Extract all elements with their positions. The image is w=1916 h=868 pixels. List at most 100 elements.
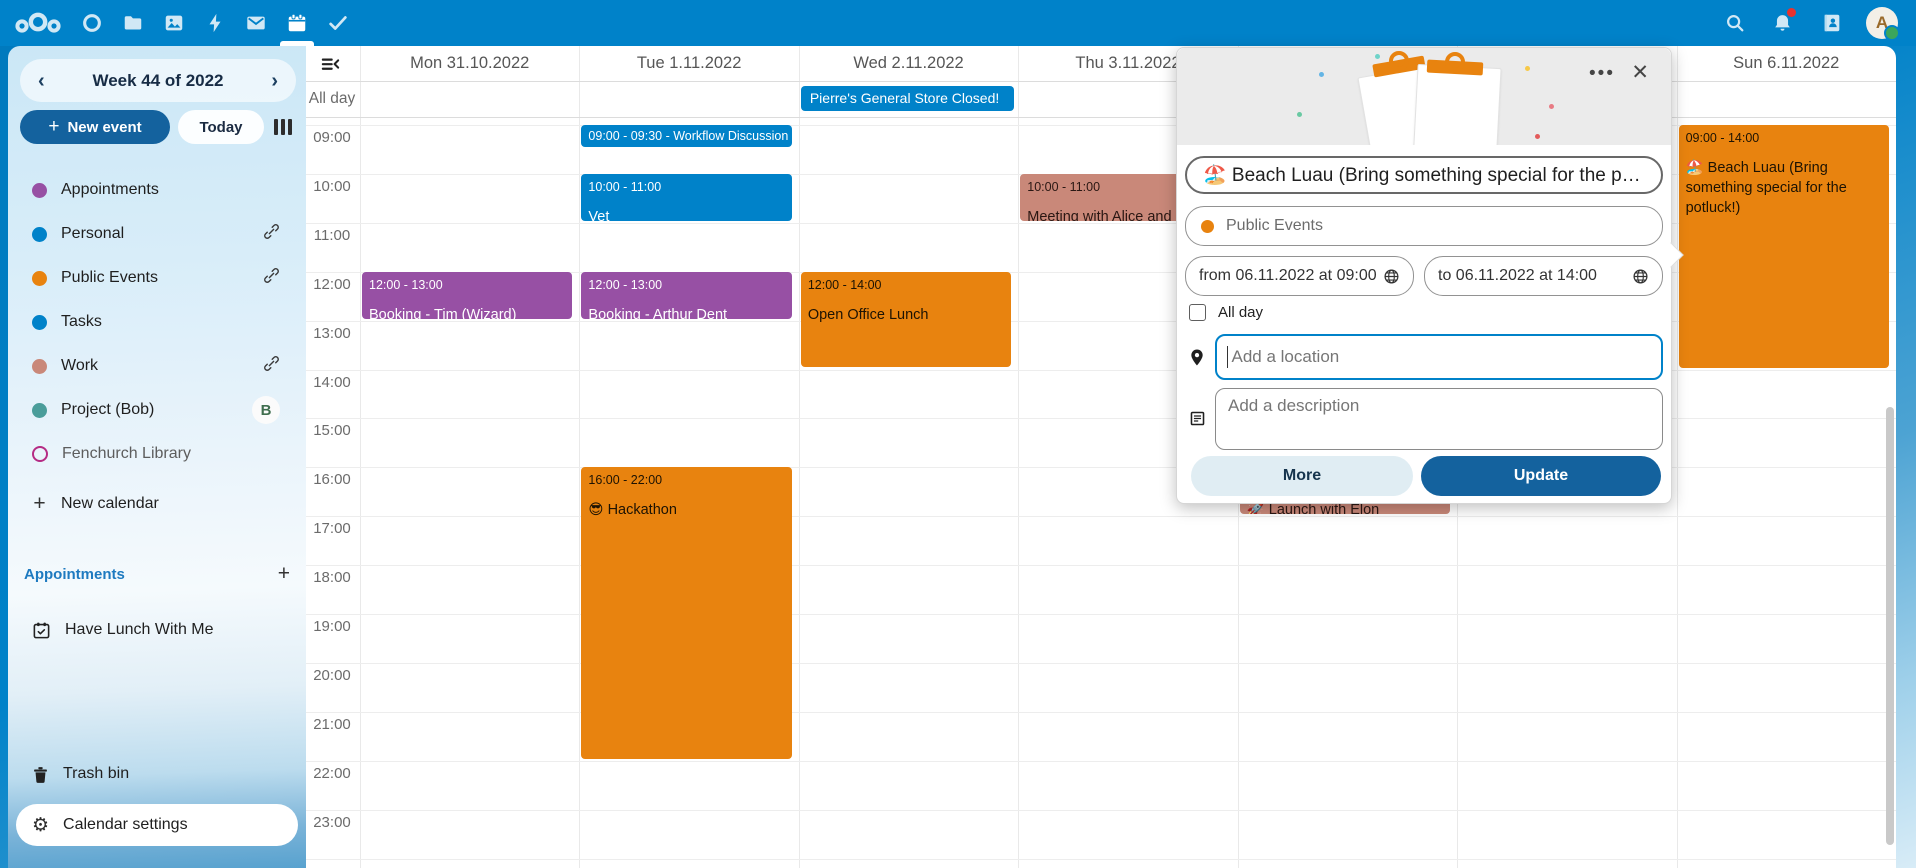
- sidebar-calendar-personal[interactable]: Personal: [8, 212, 306, 256]
- calendar-color-dot: [32, 183, 47, 198]
- calendar-label: Fenchurch Library: [62, 445, 191, 463]
- allday-checkbox[interactable]: [1189, 304, 1206, 321]
- user-avatar[interactable]: A: [1860, 0, 1904, 46]
- calendar-color-dot: [32, 446, 48, 462]
- event-title-input[interactable]: [1201, 163, 1647, 187]
- calendar-settings-button[interactable]: ⚙ Calendar settings: [16, 804, 298, 846]
- calendar-color-dot: [1201, 220, 1214, 233]
- more-options-icon[interactable]: •••: [1589, 64, 1615, 83]
- calendar-event[interactable]: 10:00 - 11:00Vet: [581, 174, 791, 221]
- sidebar-calendar-project-bob-[interactable]: Project (Bob) B: [8, 388, 306, 432]
- vertical-scrollbar-thumb[interactable]: [1886, 407, 1894, 845]
- calendar-event[interactable]: 09:00 - 09:30 - Workflow Discussion: [581, 125, 791, 147]
- hour-label: 19:00: [306, 618, 358, 635]
- calendar-color-dot: [32, 271, 47, 286]
- hour-label: 16:00: [306, 471, 358, 488]
- calendar-event[interactable]: 12:00 - 13:00Booking - Tim (Wizard): [362, 272, 572, 319]
- hour-label: 18:00: [306, 569, 358, 586]
- more-button[interactable]: More: [1191, 456, 1413, 496]
- calendar-event[interactable]: 12:00 - 13:00Booking - Arthur Dent: [581, 272, 791, 319]
- calendar-color-dot: [32, 359, 47, 374]
- previous-week-button[interactable]: ‹: [34, 71, 49, 91]
- description-input[interactable]: [1226, 395, 1652, 417]
- notifications-bell-icon[interactable]: [1762, 0, 1802, 46]
- start-date-field[interactable]: from 06.11.2022 at 09:00: [1185, 256, 1414, 296]
- hour-label: 22:00: [306, 765, 358, 782]
- share-link-icon[interactable]: [263, 267, 280, 289]
- app-activity-icon[interactable]: [195, 0, 235, 46]
- hour-label: 12:00: [306, 276, 358, 293]
- app-calendar-icon[interactable]: [277, 0, 317, 46]
- allday-checkbox-row[interactable]: All day: [1189, 304, 1263, 321]
- calendar-event[interactable]: 16:00 - 22:00😎 Hackathon: [581, 467, 791, 758]
- event-edit-popup: ••• ✕ Public Events from 06.11.2022 at 0…: [1176, 47, 1672, 504]
- app-photos-icon[interactable]: [154, 0, 194, 46]
- description-icon: [1187, 410, 1207, 432]
- hour-label: 11:00: [306, 227, 358, 244]
- sidebar-calendar-appointments[interactable]: Appointments: [8, 168, 306, 212]
- location-pin-icon: [1187, 348, 1207, 372]
- hour-label: 17:00: [306, 520, 358, 537]
- hour-label: 20:00: [306, 667, 358, 684]
- next-week-button[interactable]: ›: [267, 71, 282, 91]
- app-tasks-icon[interactable]: [318, 0, 358, 46]
- timezone-globe-icon[interactable]: [1632, 268, 1649, 285]
- hour-label: 23:00: [306, 814, 358, 831]
- description-field: [1215, 388, 1663, 450]
- calendar-list: Appointments Personal Public Events Tasks Wo…: [8, 168, 306, 476]
- online-status-dot: [1884, 25, 1900, 41]
- share-link-icon[interactable]: [263, 223, 280, 245]
- calendar-check-icon: [32, 621, 51, 640]
- trash-bin-item[interactable]: Trash bin: [8, 752, 306, 796]
- hour-label: 09:00: [306, 129, 358, 146]
- appointments-section-header: Appointments +: [8, 558, 306, 590]
- allday-event[interactable]: Pierre's General Store Closed!: [801, 86, 1014, 111]
- sidebar-calendar-fenchurch-library[interactable]: Fenchurch Library: [8, 432, 306, 476]
- location-input[interactable]: [1229, 346, 1651, 368]
- calendar-color-dot: [32, 315, 47, 330]
- add-appointment-config-button[interactable]: +: [278, 562, 290, 586]
- hour-label: 14:00: [306, 374, 358, 391]
- today-button[interactable]: Today: [178, 110, 264, 144]
- calendar-event[interactable]: 09:00 - 14:00🏖️ Beach Luau (Bring someth…: [1679, 125, 1889, 368]
- new-event-button[interactable]: + New event: [20, 110, 170, 144]
- shared-by-avatar: B: [252, 396, 280, 424]
- end-date-field[interactable]: to 06.11.2022 at 14:00: [1424, 256, 1663, 296]
- calendar-select-value: Public Events: [1226, 217, 1323, 235]
- calendar-label: Project (Bob): [61, 401, 154, 419]
- hour-label: 15:00: [306, 422, 358, 439]
- event-title-field: [1185, 156, 1663, 194]
- calendar-label: Work: [61, 357, 98, 375]
- hour-label: 21:00: [306, 716, 358, 733]
- gear-icon: ⚙: [32, 814, 49, 836]
- section-title: Appointments: [24, 566, 125, 583]
- search-icon[interactable]: [1715, 0, 1755, 46]
- sidebar-calendar-public-events[interactable]: Public Events: [8, 256, 306, 300]
- calendar-label: Personal: [61, 225, 124, 243]
- app-dashboard-icon[interactable]: [72, 0, 112, 46]
- update-button[interactable]: Update: [1421, 456, 1661, 496]
- notification-badge: [1787, 8, 1796, 17]
- view-columns-icon[interactable]: [270, 116, 296, 138]
- contacts-icon[interactable]: [1812, 0, 1852, 46]
- hour-label: 10:00: [306, 178, 358, 195]
- sidebar-calendar-work[interactable]: Work: [8, 344, 306, 388]
- calendar-label: Appointments: [61, 181, 159, 199]
- plus-icon: +: [32, 492, 47, 516]
- timezone-globe-icon[interactable]: [1383, 268, 1400, 285]
- share-link-icon[interactable]: [263, 355, 280, 377]
- calendar-select[interactable]: Public Events: [1185, 206, 1663, 246]
- new-calendar-button[interactable]: + New calendar: [8, 482, 306, 526]
- calendar-color-dot: [32, 403, 47, 418]
- close-icon[interactable]: ✕: [1631, 62, 1649, 83]
- sidebar-calendar-tasks[interactable]: Tasks: [8, 300, 306, 344]
- app-mail-icon[interactable]: [236, 0, 276, 46]
- app-files-folder-icon[interactable]: [113, 0, 153, 46]
- appointment-item[interactable]: Have Lunch With Me: [8, 608, 306, 652]
- nextcloud-logo[interactable]: [12, 0, 64, 46]
- location-field: [1215, 334, 1663, 380]
- plus-icon: +: [48, 116, 59, 138]
- calendar-event[interactable]: 12:00 - 14:00Open Office Lunch: [801, 272, 1011, 368]
- calendar-label: Tasks: [61, 313, 102, 331]
- week-title[interactable]: Week 44 of 2022: [92, 71, 223, 91]
